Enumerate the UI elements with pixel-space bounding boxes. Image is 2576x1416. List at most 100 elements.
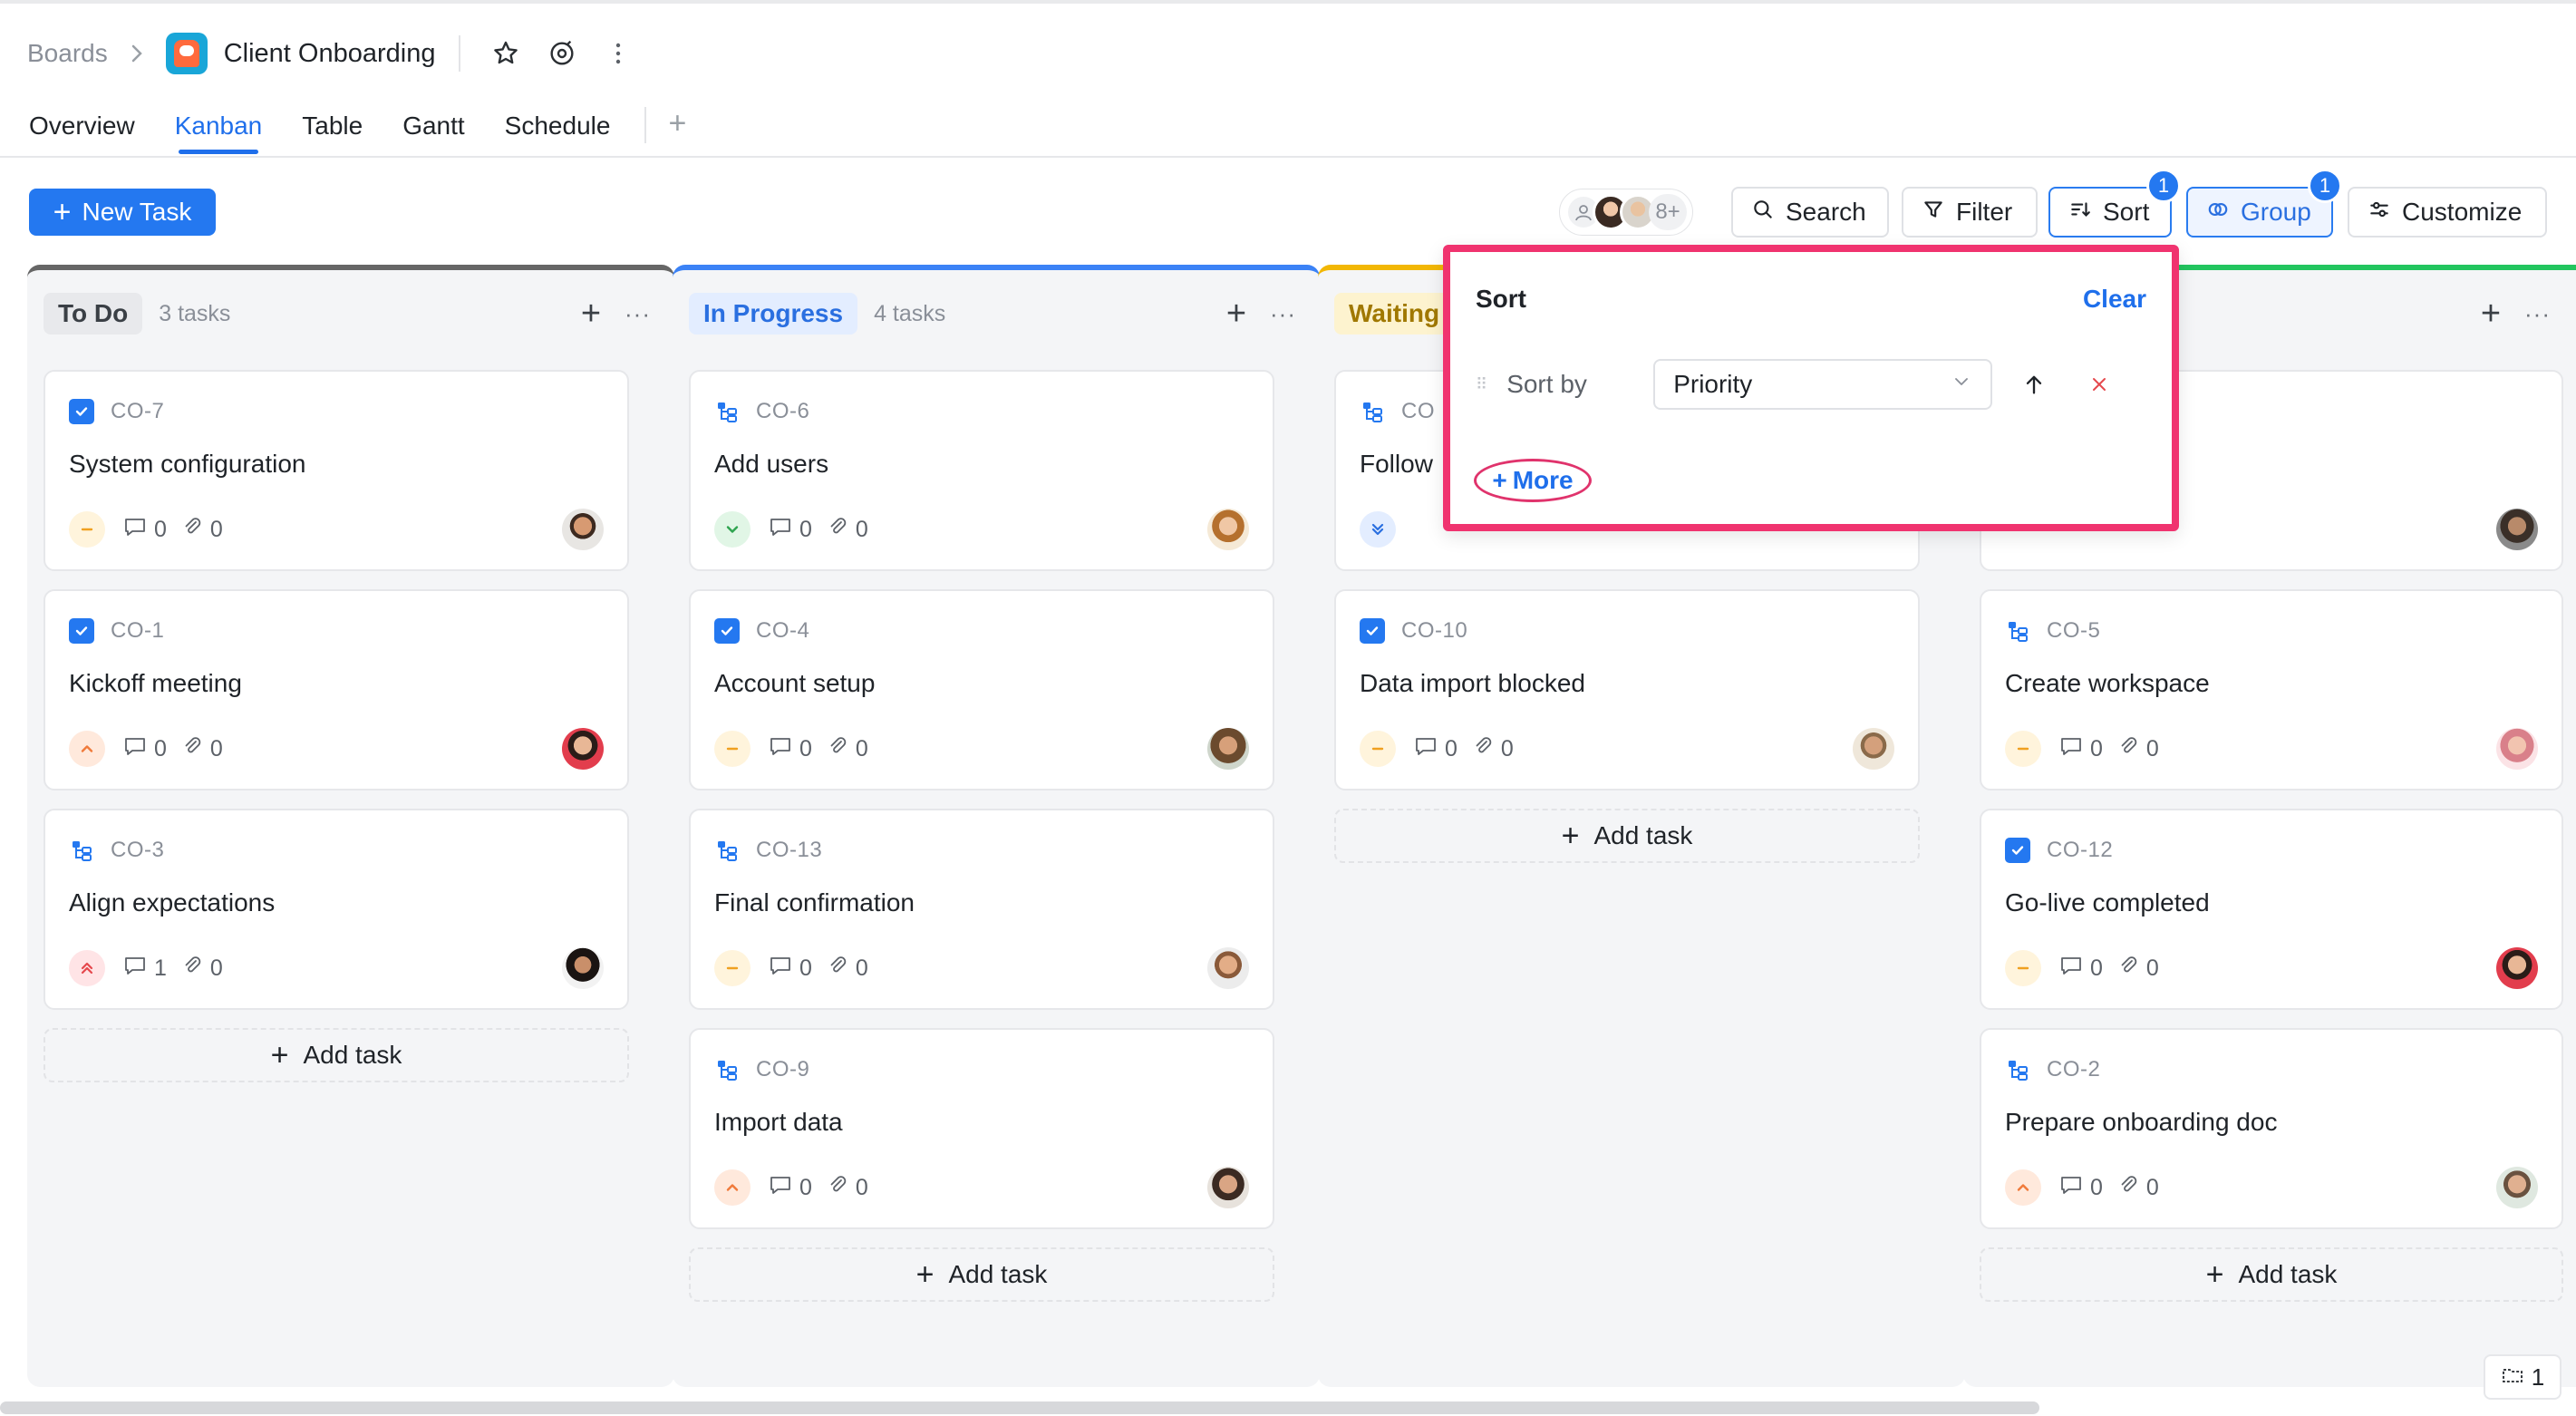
- drag-handle-icon[interactable]: ⠿: [1476, 375, 1488, 394]
- tab-schedule[interactable]: Schedule: [505, 107, 611, 158]
- task-title: Create workspace: [2005, 669, 2210, 697]
- task-id: CO-1: [111, 618, 165, 643]
- priority-medium-icon[interactable]: [714, 731, 751, 767]
- assignee-avatar[interactable]: [562, 947, 604, 989]
- comment-icon: [1414, 735, 1438, 763]
- sort-field-value: Priority: [1673, 370, 1753, 398]
- column-title: In Progress: [689, 293, 858, 335]
- priority-high-icon[interactable]: [69, 731, 105, 767]
- star-icon[interactable]: [488, 35, 524, 72]
- comment-count: 0: [2090, 1174, 2103, 1200]
- priority-medium-icon[interactable]: [1360, 731, 1396, 767]
- priority-high-icon[interactable]: [714, 1169, 751, 1206]
- assignee-avatar[interactable]: [2496, 1167, 2538, 1208]
- attachment-count: 0: [855, 955, 868, 981]
- horizontal-scrollbar[interactable]: [0, 1401, 2039, 1414]
- comment-icon: [2059, 1174, 2083, 1202]
- add-card-icon[interactable]: +: [1226, 296, 1246, 331]
- task-card[interactable]: CO-2 Prepare onboarding doc 0 0: [1980, 1028, 2563, 1229]
- plus-icon: +: [270, 1038, 289, 1072]
- remove-sort-icon[interactable]: [2083, 368, 2116, 401]
- task-id: CO-10: [1401, 618, 1468, 643]
- task-title: Follow: [1360, 450, 1433, 478]
- add-sort-button[interactable]: + More: [1474, 459, 1592, 502]
- task-card[interactable]: CO-13 Final confirmation 0 0: [689, 809, 1274, 1010]
- new-task-button[interactable]: + New Task: [29, 189, 216, 236]
- more-vertical-icon[interactable]: [600, 35, 636, 72]
- task-card[interactable]: CO-10 Data import blocked 0 0: [1334, 589, 1920, 790]
- tab-overview[interactable]: Overview: [29, 107, 135, 158]
- priority-medium-icon[interactable]: [2005, 950, 2041, 986]
- search-button[interactable]: Search: [1731, 187, 1889, 238]
- task-id: CO-6: [756, 399, 810, 423]
- tab-gantt[interactable]: Gantt: [402, 107, 464, 158]
- add-task-label: Add task: [948, 1260, 1048, 1288]
- add-card-icon[interactable]: +: [581, 296, 601, 331]
- sort-clear-button[interactable]: Clear: [2083, 285, 2146, 314]
- filter-button[interactable]: Filter: [1902, 187, 2038, 238]
- board-title: Client Onboarding: [223, 38, 436, 68]
- priority-high-icon[interactable]: [2005, 1169, 2041, 1206]
- add-task-button[interactable]: + Add task: [689, 1247, 1274, 1302]
- assignee-avatar[interactable]: [1207, 947, 1249, 989]
- column-todo: To Do 3 tasks + ··· CO-7 System configur…: [27, 265, 674, 1387]
- group-count-badge: 1: [2308, 169, 2342, 203]
- priority-medium-icon[interactable]: [2005, 731, 2041, 767]
- comment-count: 1: [154, 955, 167, 981]
- task-type-icon: [69, 618, 94, 644]
- task-card[interactable]: CO-6 Add users 0 0: [689, 370, 1274, 571]
- assignee-avatar[interactable]: [562, 728, 604, 770]
- tabs-divider: [644, 107, 647, 143]
- task-id: CO: [1401, 399, 1435, 423]
- subtask-icon: [2005, 1057, 2030, 1082]
- sort-button[interactable]: Sort 1: [2048, 169, 2181, 238]
- priority-lowest-icon[interactable]: [1360, 511, 1396, 548]
- more-horizontal-icon[interactable]: ···: [625, 302, 651, 325]
- add-task-button[interactable]: + Add task: [1980, 1247, 2563, 1302]
- tab-kanban[interactable]: Kanban: [175, 107, 262, 158]
- column-header: In Progress 4 tasks + ···: [689, 292, 1303, 335]
- members-avatar-group[interactable]: 8+: [1559, 189, 1693, 236]
- priority-medium-icon[interactable]: [69, 511, 105, 548]
- priority-medium-icon[interactable]: [714, 950, 751, 986]
- breadcrumb-boards-link[interactable]: Boards: [27, 39, 108, 68]
- attachment-icon: [181, 516, 203, 544]
- assignee-avatar[interactable]: [562, 509, 604, 550]
- add-card-icon[interactable]: +: [2481, 296, 2501, 331]
- assignee-avatar[interactable]: [1207, 509, 1249, 550]
- task-card[interactable]: CO-3 Align expectations 1 0: [44, 809, 629, 1010]
- tab-table[interactable]: Table: [302, 107, 363, 158]
- assignee-avatar[interactable]: [2496, 509, 2538, 550]
- task-card[interactable]: CO-5 Create workspace 0 0: [1980, 589, 2563, 790]
- priority-low-icon[interactable]: [714, 511, 751, 548]
- priority-urgent-icon[interactable]: [69, 950, 105, 986]
- customize-button[interactable]: Customize: [2348, 187, 2547, 238]
- collapsed-columns-chip[interactable]: 1: [2484, 1354, 2561, 1400]
- task-card[interactable]: CO-7 System configuration 0 0: [44, 370, 629, 571]
- add-task-button[interactable]: + Add task: [1334, 809, 1920, 863]
- add-task-button[interactable]: + Add task: [44, 1028, 629, 1082]
- sort-ascending-icon[interactable]: [2018, 368, 2050, 401]
- add-view-icon[interactable]: +: [668, 107, 686, 140]
- watch-icon[interactable]: [544, 35, 580, 72]
- subtask-icon: [69, 838, 94, 863]
- more-horizontal-icon[interactable]: ···: [1270, 302, 1296, 325]
- subtask-icon: [714, 399, 740, 424]
- more-horizontal-icon[interactable]: ···: [2524, 302, 2551, 325]
- plus-icon: +: [53, 195, 72, 229]
- task-card[interactable]: CO-9 Import data 0 0: [689, 1028, 1274, 1229]
- comment-count: 0: [2090, 735, 2103, 761]
- task-card[interactable]: CO-1 Kickoff meeting 0 0: [44, 589, 629, 790]
- task-card[interactable]: CO-4 Account setup 0 0: [689, 589, 1274, 790]
- subtask-icon: [714, 1057, 740, 1082]
- column-count: 4 tasks: [874, 300, 946, 326]
- assignee-avatar[interactable]: [2496, 728, 2538, 770]
- assignee-avatar[interactable]: [2496, 947, 2538, 989]
- task-card[interactable]: CO-12 Go-live completed 0 0: [1980, 809, 2563, 1010]
- assignee-avatar[interactable]: [1207, 728, 1249, 770]
- comment-icon: [2059, 735, 2083, 763]
- group-button[interactable]: Group 1: [2186, 169, 2342, 238]
- assignee-avatar[interactable]: [1207, 1167, 1249, 1208]
- assignee-avatar[interactable]: [1853, 728, 1894, 770]
- sort-field-select[interactable]: Priority: [1653, 359, 1993, 410]
